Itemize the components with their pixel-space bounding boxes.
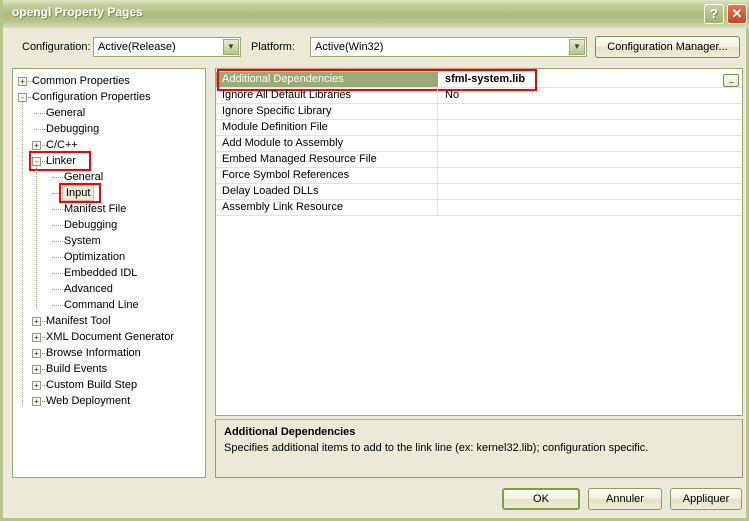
cancel-button[interactable]: Annuler	[588, 488, 662, 510]
configuration-bar: Configuration: Active(Release) ▼ Platfor…	[3, 28, 746, 66]
property-row[interactable]: Delay Loaded DLLs	[216, 184, 742, 200]
property-value[interactable]	[439, 184, 742, 199]
tree-connector	[22, 101, 24, 405]
property-pages-dialog: opengl Property Pages ? ✕ Configuration:…	[0, 0, 749, 521]
tree-item-label: Browse Information	[46, 347, 141, 359]
tree-item-label: Embedded IDL	[64, 267, 138, 279]
property-value[interactable]	[439, 104, 742, 119]
tree-item-label: General	[64, 171, 104, 183]
property-row[interactable]: Embed Managed Resource File	[216, 152, 742, 168]
expand-icon[interactable]: +	[32, 349, 41, 358]
tree-item-label: Custom Build Step	[46, 379, 138, 391]
property-row[interactable]: Add Module to Assembly	[216, 136, 742, 152]
expand-icon[interactable]: +	[32, 381, 41, 390]
close-icon[interactable]: ✕	[727, 4, 747, 24]
title-bar: opengl Property Pages ? ✕	[3, 0, 749, 28]
description-title: Additional Dependencies	[224, 426, 356, 438]
tree-item-label: XML Document Generator	[46, 331, 174, 343]
configuration-label: Configuration:	[22, 41, 91, 53]
property-row[interactable]: Assembly Link Resource	[216, 200, 742, 216]
tree-item-label: System	[64, 235, 101, 247]
property-value[interactable]	[439, 168, 742, 183]
tree-item-label: Optimization	[64, 251, 126, 263]
expand-icon[interactable]: +	[32, 333, 41, 342]
expand-icon[interactable]: +	[18, 77, 27, 86]
property-row[interactable]: Additional Dependencies sfml-system.lib..…	[216, 72, 742, 88]
property-value[interactable]: No	[439, 88, 742, 103]
expand-icon[interactable]: +	[32, 141, 41, 150]
property-name: Additional Dependencies	[216, 72, 438, 87]
property-row[interactable]: Ignore Specific Library	[216, 104, 742, 120]
property-name: Ignore All Default Libraries	[216, 88, 438, 103]
property-value[interactable]	[439, 200, 742, 215]
configuration-dropdown[interactable]: Active(Release) ▼	[93, 37, 241, 57]
property-value[interactable]	[439, 152, 742, 167]
property-value[interactable]: sfml-system.lib	[439, 72, 742, 87]
tree-item-label: Web Deployment	[46, 395, 131, 407]
tree-item-label: Manifest File	[64, 203, 127, 215]
tree-item-label: Advanced	[64, 283, 113, 295]
property-value[interactable]	[439, 136, 742, 151]
tree-connector	[36, 165, 38, 309]
property-name: Force Symbol References	[216, 168, 438, 183]
property-name: Delay Loaded DLLs	[216, 184, 438, 199]
description-body: Specifies additional items to add to the…	[224, 442, 649, 454]
tree-item-label: Input	[62, 185, 95, 201]
tree-item-label: Command Line	[64, 299, 139, 311]
expand-icon[interactable]: +	[32, 365, 41, 374]
expand-icon[interactable]: +	[32, 397, 41, 406]
tree-item-label: Debugging	[64, 219, 118, 231]
tree-item-label: General	[46, 107, 86, 119]
dialog-button-bar: OK Annuler Appliquer	[3, 484, 746, 518]
property-name: Add Module to Assembly	[216, 136, 438, 151]
property-row[interactable]: Module Definition File	[216, 120, 742, 136]
property-row[interactable]: Ignore All Default Libraries No	[216, 88, 742, 104]
apply-button[interactable]: Appliquer	[670, 488, 742, 510]
tree-item-label: Linker	[46, 155, 76, 167]
chevron-down-icon[interactable]: ▼	[223, 39, 239, 55]
configuration-manager-button[interactable]: Configuration Manager...	[595, 36, 740, 58]
tree-item-label: Debugging	[46, 123, 100, 135]
property-name: Ignore Specific Library	[216, 104, 438, 119]
description-panel: Additional Dependencies Specifies additi…	[215, 419, 743, 478]
help-button[interactable]: ?	[704, 4, 724, 24]
platform-label: Platform:	[251, 41, 296, 53]
tree-item-label: Manifest Tool	[46, 315, 111, 327]
tree-item-label: C/C++	[46, 139, 78, 151]
platform-value: Active(Win32)	[315, 41, 384, 53]
platform-dropdown[interactable]: Active(Win32) ▼	[310, 37, 587, 57]
property-tree[interactable]: + Common Properties - Configuration Propert…	[12, 68, 206, 478]
property-grid[interactable]: Additional Dependencies sfml-system.lib..…	[215, 68, 743, 416]
property-name: Assembly Link Resource	[216, 200, 438, 215]
expand-icon[interactable]: +	[32, 317, 41, 326]
tree-item-label: Common Properties	[32, 75, 130, 87]
tree-item-label: Configuration Properties	[32, 91, 151, 103]
property-name: Module Definition File	[216, 120, 438, 135]
configuration-value: Active(Release)	[98, 41, 176, 53]
property-name: Embed Managed Resource File	[216, 152, 438, 167]
property-row[interactable]: Force Symbol References	[216, 168, 742, 184]
window-title: opengl Property Pages	[12, 5, 143, 19]
ok-button[interactable]: OK	[502, 488, 580, 510]
property-value[interactable]	[439, 120, 742, 135]
ellipsis-button[interactable]: ...	[723, 74, 739, 87]
tree-item-label: Build Events	[46, 363, 108, 375]
chevron-down-icon[interactable]: ▼	[569, 39, 585, 55]
